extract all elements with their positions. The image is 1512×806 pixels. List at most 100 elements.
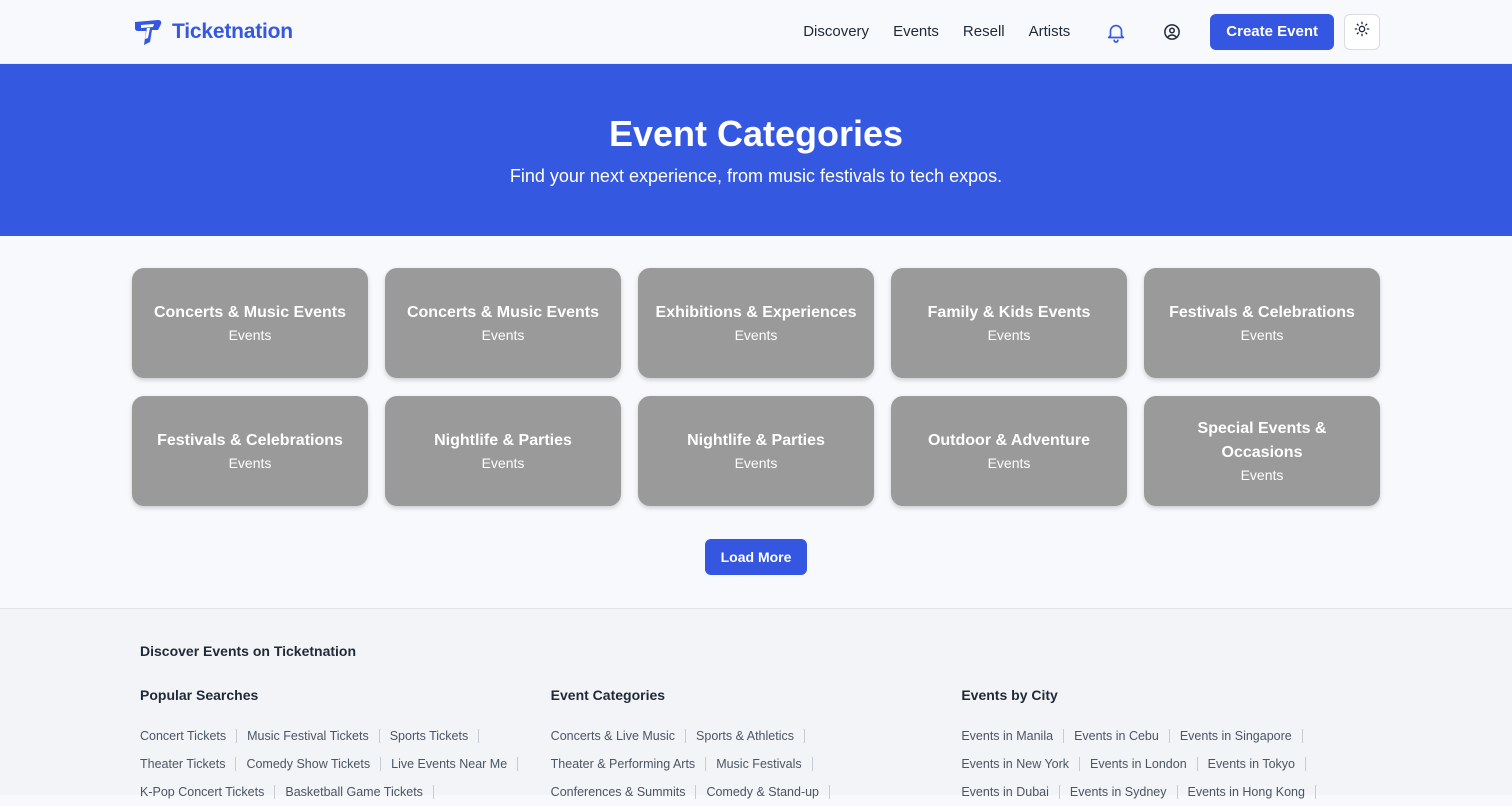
category-card[interactable]: Nightlife & Parties Events bbox=[385, 396, 621, 506]
link-separator bbox=[695, 785, 697, 799]
footer-link[interactable]: Events in Tokyo bbox=[1208, 757, 1295, 771]
category-title: Family & Kids Events bbox=[927, 304, 1091, 321]
link-separator bbox=[235, 757, 237, 771]
category-subtitle: Events bbox=[1240, 467, 1284, 483]
link-separator bbox=[1079, 757, 1081, 771]
category-subtitle: Events bbox=[734, 327, 778, 343]
link-separator bbox=[236, 729, 238, 743]
footer-link[interactable]: K-Pop Concert Tickets bbox=[140, 785, 264, 799]
footer-link[interactable]: Comedy & Stand-up bbox=[706, 785, 819, 799]
category-subtitle: Events bbox=[1240, 327, 1284, 343]
category-subtitle: Events bbox=[228, 455, 272, 471]
category-subtitle: Events bbox=[228, 327, 272, 343]
ticketnation-logo-icon bbox=[132, 16, 164, 48]
footer-link-row: Concerts & Live Music Sports & Athletics bbox=[551, 722, 962, 750]
link-separator bbox=[1304, 757, 1306, 771]
link-separator bbox=[705, 757, 707, 771]
footer-link[interactable]: Theater & Performing Arts bbox=[551, 757, 696, 771]
bell-icon[interactable] bbox=[1098, 14, 1134, 50]
footer-column-popular-searches: Popular Searches Concert Tickets Music F… bbox=[140, 687, 551, 806]
footer-link[interactable]: Events in Singapore bbox=[1180, 729, 1292, 743]
footer-column-heading: Events by City bbox=[961, 687, 1058, 703]
category-card[interactable]: Festivals & Celebrations Events bbox=[132, 396, 368, 506]
category-grid: Concerts & Music Events Events Concerts … bbox=[132, 268, 1380, 506]
footer-link[interactable]: Events in Manila bbox=[961, 729, 1053, 743]
category-card[interactable]: Special Events & Occasions Events bbox=[1144, 396, 1380, 506]
link-separator bbox=[685, 729, 687, 743]
nav-events[interactable]: Events bbox=[893, 23, 939, 40]
category-card[interactable]: Family & Kids Events Events bbox=[891, 268, 1127, 378]
category-title: Festivals & Celebrations bbox=[157, 432, 343, 449]
link-separator bbox=[478, 729, 480, 743]
nav-resell[interactable]: Resell bbox=[963, 23, 1005, 40]
footer-columns: Popular Searches Concert Tickets Music F… bbox=[140, 687, 1372, 806]
footer-link[interactable]: Sports Tickets bbox=[390, 729, 469, 743]
footer: Discover Events on Ticketnation Popular … bbox=[0, 608, 1512, 799]
footer-link[interactable]: Music Festivals bbox=[716, 757, 801, 771]
footer-link[interactable]: Conferences & Summits bbox=[551, 785, 686, 799]
footer-link-row: Concert Tickets Music Festival Tickets S… bbox=[140, 722, 551, 750]
category-card[interactable]: Nightlife & Parties Events bbox=[638, 396, 874, 506]
footer-link[interactable]: Events in Dubai bbox=[961, 785, 1049, 799]
theme-toggle-button[interactable] bbox=[1344, 13, 1380, 50]
category-title: Concerts & Music Events bbox=[153, 304, 347, 321]
footer-column-heading: Popular Searches bbox=[140, 687, 259, 703]
brand-name: Ticketnation bbox=[172, 19, 293, 43]
category-subtitle: Events bbox=[987, 455, 1031, 471]
link-separator bbox=[804, 729, 805, 743]
category-title: Exhibitions & Experiences bbox=[655, 304, 857, 321]
footer-link[interactable]: Sports & Athletics bbox=[696, 729, 794, 743]
link-separator bbox=[274, 785, 276, 799]
footer-link[interactable]: Events in London bbox=[1090, 757, 1187, 771]
user-circle-icon[interactable] bbox=[1154, 14, 1190, 50]
footer-link[interactable]: Basketball Game Tickets bbox=[285, 785, 423, 799]
footer-link-row: Theater & Performing Arts Music Festival… bbox=[551, 750, 962, 778]
footer-column-heading: Event Categories bbox=[550, 687, 666, 703]
footer-title: Discover Events on Ticketnation bbox=[140, 643, 357, 659]
category-subtitle: Events bbox=[734, 455, 778, 471]
footer-link-row: Events in Dubai Events in Sydney Events … bbox=[961, 778, 1372, 806]
category-card[interactable]: Concerts & Music Events Events bbox=[385, 268, 621, 378]
footer-link[interactable]: Theater Tickets bbox=[140, 757, 225, 771]
category-title: Festivals & Celebrations bbox=[1169, 304, 1355, 321]
link-separator bbox=[380, 757, 382, 771]
create-event-button[interactable]: Create Event bbox=[1210, 13, 1334, 50]
footer-link-row: Events in Manila Events in Cebu Events i… bbox=[961, 722, 1372, 750]
brand[interactable]: Ticketnation bbox=[132, 16, 293, 48]
footer-link[interactable]: Comedy Show Tickets bbox=[246, 757, 370, 771]
link-separator bbox=[1058, 785, 1060, 799]
link-separator bbox=[1301, 729, 1303, 743]
category-card[interactable]: Festivals & Celebrations Events bbox=[1144, 268, 1380, 378]
footer-link[interactable]: Events in Sydney bbox=[1070, 785, 1167, 799]
footer-link-row: K-Pop Concert Tickets Basketball Game Ti… bbox=[140, 778, 551, 806]
link-separator bbox=[378, 729, 380, 743]
link-separator bbox=[432, 785, 434, 799]
category-card[interactable]: Exhibitions & Experiences Events bbox=[638, 268, 874, 378]
category-card[interactable]: Outdoor & Adventure Events bbox=[891, 396, 1127, 506]
footer-link[interactable]: Events in Cebu bbox=[1074, 729, 1159, 743]
footer-link[interactable]: Concerts & Live Music bbox=[551, 729, 675, 743]
category-subtitle: Events bbox=[481, 327, 525, 343]
link-separator bbox=[811, 757, 813, 771]
load-more-button[interactable]: Load More bbox=[704, 539, 808, 575]
link-separator bbox=[829, 785, 831, 799]
footer-link[interactable]: Events in New York bbox=[961, 757, 1069, 771]
link-separator bbox=[1196, 757, 1198, 771]
nav-discovery[interactable]: Discovery bbox=[803, 23, 869, 40]
footer-link[interactable]: Concert Tickets bbox=[140, 729, 226, 743]
footer-link-row: Events in New York Events in London Even… bbox=[961, 750, 1372, 778]
footer-link[interactable]: Music Festival Tickets bbox=[247, 729, 369, 743]
footer-link[interactable]: Events in Hong Kong bbox=[1188, 785, 1305, 799]
link-separator bbox=[1176, 785, 1178, 799]
top-navbar: Ticketnation Discovery Events Resell Art… bbox=[0, 0, 1512, 64]
page-title: Event Categories bbox=[608, 113, 904, 154]
link-separator bbox=[1168, 729, 1170, 743]
load-more-wrap: Load More bbox=[132, 539, 1380, 575]
nav-artists[interactable]: Artists bbox=[1029, 23, 1071, 40]
page-subtitle: Find your next experience, from music fe… bbox=[509, 166, 1003, 186]
category-title: Nightlife & Parties bbox=[687, 432, 825, 449]
category-card[interactable]: Concerts & Music Events Events bbox=[132, 268, 368, 378]
category-subtitle: Events bbox=[987, 327, 1031, 343]
footer-link[interactable]: Live Events Near Me bbox=[391, 757, 507, 771]
sun-icon bbox=[1354, 21, 1370, 42]
